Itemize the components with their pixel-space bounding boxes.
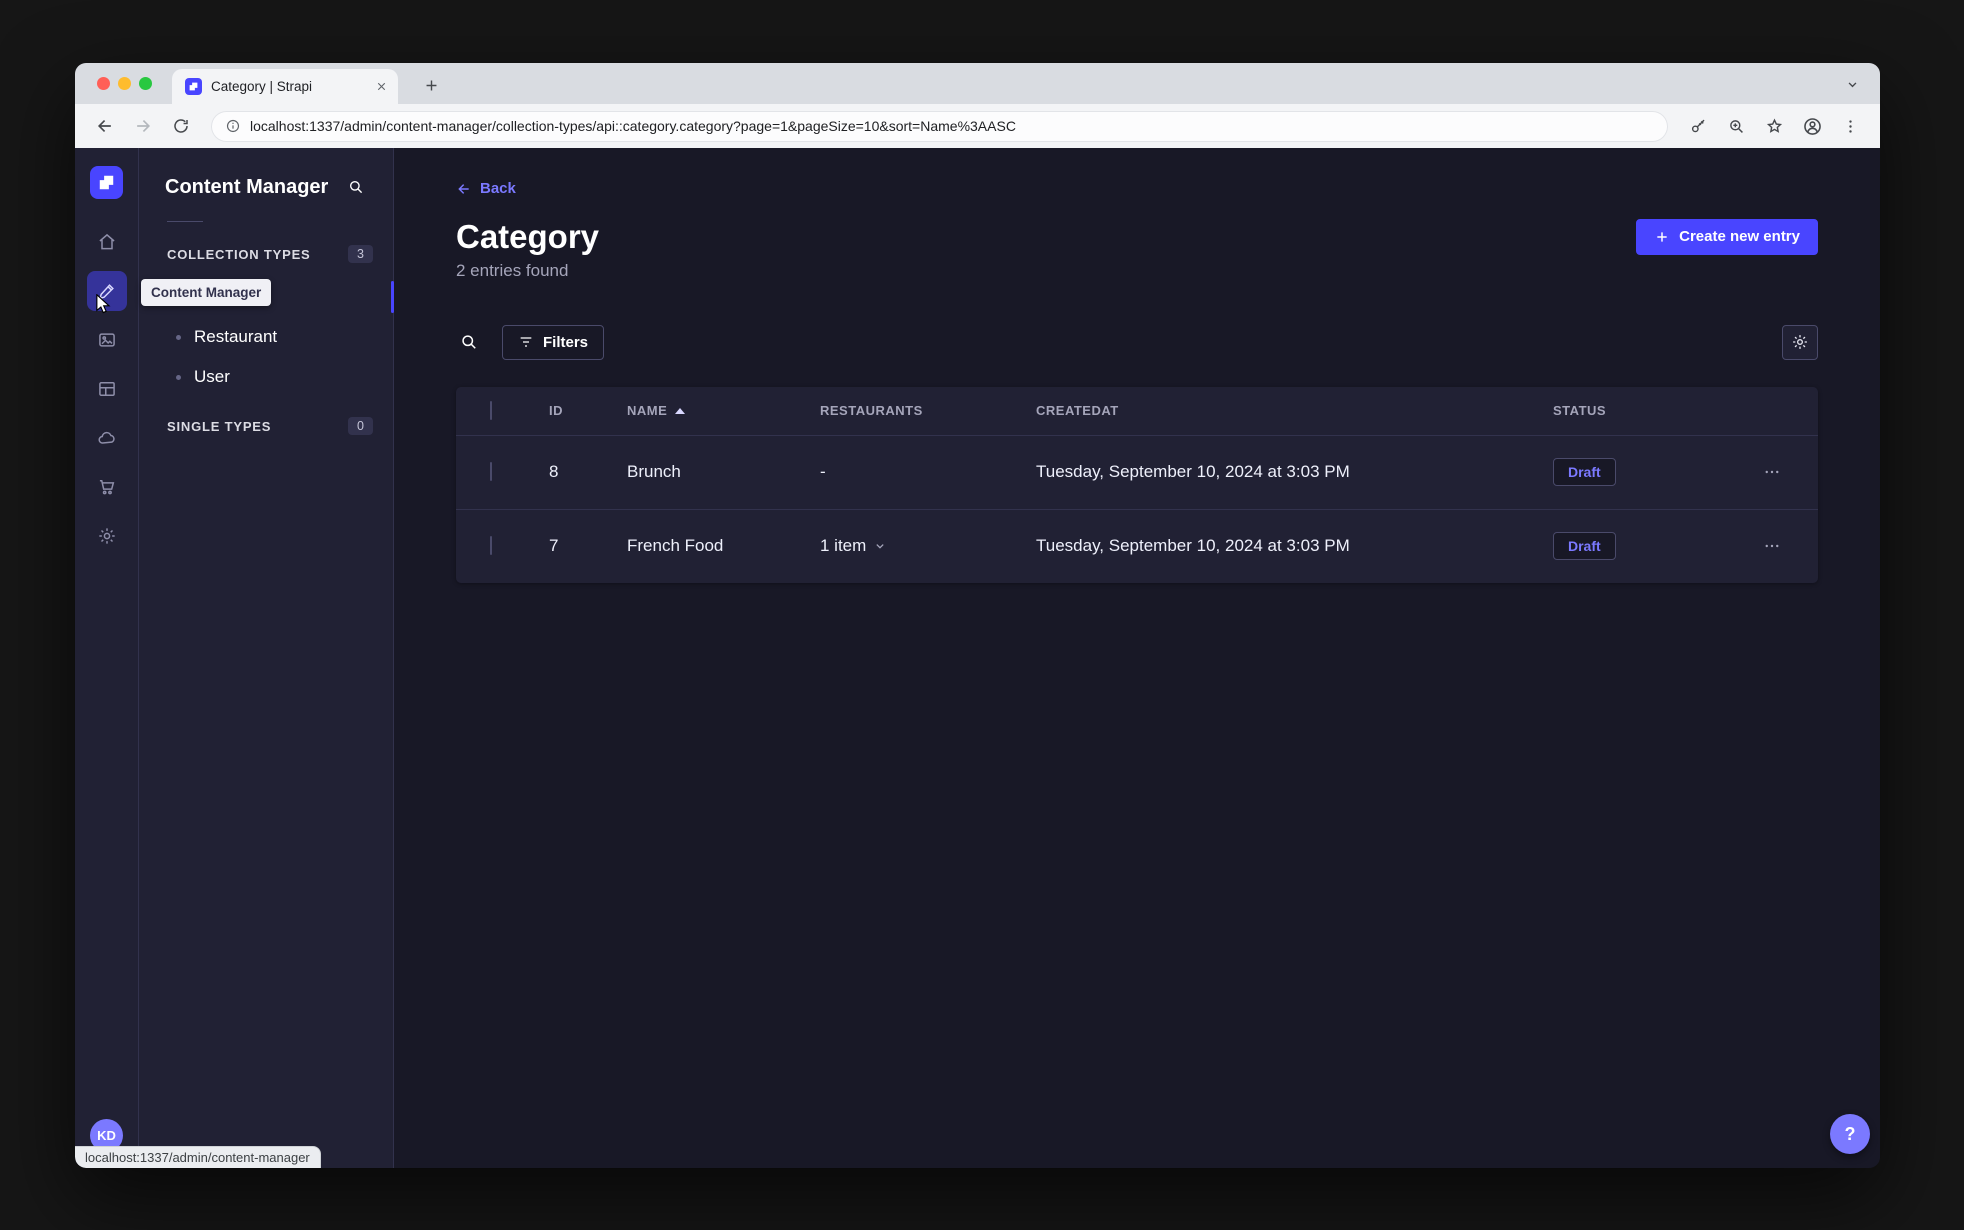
gear-icon bbox=[1793, 335, 1807, 349]
tab-search-icon[interactable] bbox=[1840, 72, 1864, 96]
filter-icon bbox=[520, 337, 532, 347]
row-checkbox[interactable] bbox=[490, 462, 492, 481]
browser-tab[interactable]: Category | Strapi bbox=[172, 69, 398, 104]
table-header-row: ID NAME RESTAURANTS CREATEDAT STATUS bbox=[456, 387, 1818, 435]
main-content: Back Category Create new entry 2 entries… bbox=[394, 148, 1880, 1168]
column-header-name[interactable]: NAME bbox=[627, 403, 820, 418]
single-types-count-badge: 0 bbox=[348, 417, 373, 435]
cell-name: Brunch bbox=[627, 462, 681, 481]
row-more-icon[interactable] bbox=[1757, 457, 1787, 487]
status-badge: Draft bbox=[1553, 458, 1616, 486]
cell-createdat: Tuesday, September 10, 2024 at 3:03 PM bbox=[1036, 462, 1350, 481]
subnav-search-icon[interactable] bbox=[343, 174, 369, 200]
zoom-icon[interactable] bbox=[1720, 110, 1752, 142]
url-text: localhost:1337/admin/content-manager/col… bbox=[250, 118, 1016, 134]
collection-types-section: COLLECTION TYPES 3 bbox=[139, 243, 393, 265]
sidebar-item-label: Restaurant bbox=[194, 327, 278, 346]
media-library-icon[interactable] bbox=[87, 320, 127, 360]
page-title: Category bbox=[456, 217, 600, 255]
rail-icon-list bbox=[86, 222, 127, 556]
column-header-createdat[interactable]: CREATEDAT bbox=[1036, 403, 1553, 418]
collection-types-label: COLLECTION TYPES bbox=[167, 246, 311, 262]
content-type-builder-icon[interactable] bbox=[87, 369, 127, 409]
column-header-id[interactable]: ID bbox=[549, 403, 627, 418]
single-types-section: SINGLE TYPES 0 bbox=[139, 415, 393, 437]
sidebar-item-restaurant[interactable]: Restaurant bbox=[139, 317, 393, 357]
entries-table: ID NAME RESTAURANTS CREATEDAT STATUS 8 B… bbox=[456, 386, 1818, 583]
maximize-window-button[interactable] bbox=[139, 77, 152, 90]
address-bar[interactable]: localhost:1337/admin/content-manager/col… bbox=[211, 110, 1668, 142]
table-action-bar: Filters bbox=[456, 324, 1818, 360]
help-button[interactable]: ? bbox=[1830, 1114, 1870, 1154]
bullet-icon bbox=[176, 334, 181, 340]
table-row[interactable]: 8 Brunch - Tuesday, September 10, 2024 a… bbox=[456, 434, 1818, 509]
browser-menu-icon[interactable] bbox=[1834, 110, 1866, 142]
row-more-icon[interactable] bbox=[1757, 531, 1787, 561]
cell-restaurants[interactable]: 1 item bbox=[820, 536, 1036, 556]
sidebar-item-user[interactable]: User bbox=[139, 357, 393, 397]
tab-close-icon[interactable] bbox=[375, 80, 388, 93]
site-info-icon[interactable] bbox=[225, 118, 241, 134]
settings-gear-icon[interactable] bbox=[87, 516, 127, 556]
table-row[interactable]: 7 French Food 1 item Tuesday, September … bbox=[456, 508, 1818, 583]
subnav-divider bbox=[167, 221, 203, 222]
column-header-name-label: NAME bbox=[627, 403, 668, 418]
back-link[interactable]: Back bbox=[456, 180, 516, 197]
cell-id: 8 bbox=[549, 462, 559, 481]
forward-icon[interactable] bbox=[127, 110, 159, 142]
bookmark-star-icon[interactable] bbox=[1758, 110, 1790, 142]
bullet-icon bbox=[176, 374, 181, 380]
minimize-window-button[interactable] bbox=[118, 77, 131, 90]
new-tab-button[interactable] bbox=[419, 73, 443, 97]
sort-ascending-icon bbox=[675, 407, 686, 414]
cell-name: French Food bbox=[627, 536, 724, 555]
create-new-entry-button[interactable]: Create new entry bbox=[1636, 218, 1818, 255]
link-preview-status-bar: localhost:1337/admin/content-manager bbox=[75, 1146, 321, 1168]
marketplace-cart-icon[interactable] bbox=[87, 467, 127, 507]
close-window-button[interactable] bbox=[97, 77, 110, 90]
traffic-lights bbox=[97, 77, 152, 90]
reload-icon[interactable] bbox=[165, 110, 197, 142]
strapi-logo[interactable] bbox=[90, 166, 123, 199]
column-header-restaurants[interactable]: RESTAURANTS bbox=[820, 403, 1036, 418]
single-types-label: SINGLE TYPES bbox=[167, 418, 272, 434]
strapi-favicon bbox=[185, 78, 202, 95]
home-icon[interactable] bbox=[87, 222, 127, 262]
list-search-icon[interactable] bbox=[456, 329, 482, 355]
restaurants-count-label: 1 item bbox=[820, 536, 867, 555]
content-manager-tooltip: Content Manager bbox=[141, 279, 272, 306]
browser-toolbar: localhost:1337/admin/content-manager/col… bbox=[75, 104, 1880, 148]
back-arrow-icon bbox=[458, 183, 469, 194]
status-badge: Draft bbox=[1553, 532, 1616, 560]
entries-count-text: 2 entries found bbox=[456, 260, 569, 280]
plus-icon bbox=[1657, 231, 1667, 242]
tab-strip: Category | Strapi bbox=[75, 63, 1880, 104]
filters-label: Filters bbox=[543, 333, 589, 351]
cell-createdat: Tuesday, September 10, 2024 at 3:03 PM bbox=[1036, 536, 1350, 555]
sidebar-item-label: User bbox=[194, 367, 230, 386]
browser-window: Category | Strapi localhost:1337/admin/c… bbox=[75, 63, 1880, 1168]
column-header-status[interactable]: STATUS bbox=[1553, 403, 1757, 418]
back-icon[interactable] bbox=[89, 110, 121, 142]
select-all-checkbox[interactable] bbox=[490, 400, 492, 420]
view-settings-gear-button[interactable] bbox=[1782, 324, 1818, 360]
profile-icon[interactable] bbox=[1796, 110, 1828, 142]
create-new-entry-label: Create new entry bbox=[1679, 228, 1800, 245]
tab-title: Category | Strapi bbox=[211, 79, 313, 94]
filters-button[interactable]: Filters bbox=[502, 324, 605, 360]
row-checkbox[interactable] bbox=[490, 536, 492, 555]
cell-id: 7 bbox=[549, 536, 559, 555]
password-key-icon[interactable] bbox=[1682, 110, 1714, 142]
back-label: Back bbox=[480, 180, 516, 197]
mouse-cursor bbox=[95, 294, 113, 314]
strapi-admin-page: KD Content Manager COLLECTION TYPES 3 Ca… bbox=[75, 148, 1880, 1168]
subnav-title: Content Manager bbox=[165, 175, 329, 198]
cloud-icon[interactable] bbox=[87, 418, 127, 458]
cell-restaurants: - bbox=[820, 462, 826, 481]
collection-types-count-badge: 3 bbox=[348, 245, 373, 263]
chevron-down-icon bbox=[876, 544, 884, 549]
